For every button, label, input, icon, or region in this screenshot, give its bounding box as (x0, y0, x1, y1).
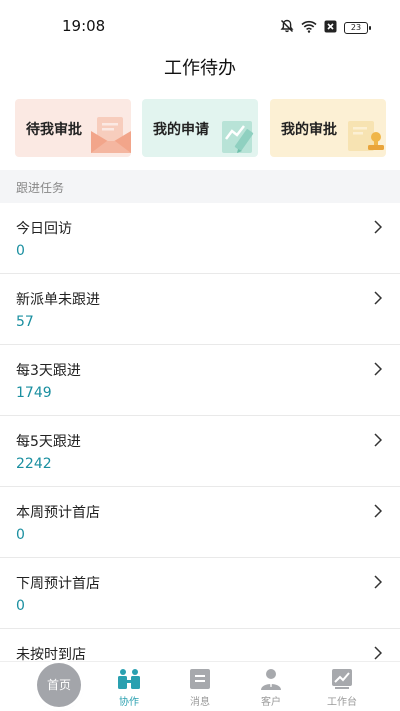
task-count: 0 (16, 243, 25, 259)
task-name: 下周预计首店 (16, 576, 100, 592)
task-row-every-3-days[interactable]: 每3天跟进 1749 (0, 345, 400, 416)
chart-board-icon (332, 669, 352, 689)
chevron-right-icon (374, 220, 382, 234)
my-application-card[interactable]: 我的申请 (142, 99, 258, 157)
pending-approval-card[interactable]: 待我审批 (15, 99, 131, 157)
status-icons: 23 (280, 18, 371, 37)
quick-cards: 待我审批 我的申请 我的审批 (15, 99, 386, 157)
chevron-right-icon (374, 362, 382, 376)
task-count: 1749 (16, 385, 52, 401)
tab-home[interactable]: 首页 (24, 662, 94, 711)
task-count: 57 (16, 314, 34, 330)
message-icon (190, 669, 210, 689)
task-name: 今日回访 (16, 221, 72, 237)
task-name: 新派单未跟进 (16, 292, 100, 308)
no-sim-icon (324, 18, 337, 37)
status-bar: 19:08 23 (0, 0, 400, 48)
chevron-right-icon (374, 575, 382, 589)
task-count: 0 (16, 598, 25, 614)
task-count: 2242 (16, 456, 52, 472)
tab-label: 客户 (261, 697, 281, 708)
page-title: 工作待办 (164, 58, 236, 79)
pending-approval-label: 待我审批 (26, 122, 82, 138)
task-count: 0 (16, 527, 25, 543)
task-row-next-week-first-store[interactable]: 下周预计首店 0 (0, 558, 400, 629)
status-time: 19:08 (62, 17, 106, 35)
task-list: 今日回访 0 新派单未跟进 57 每3天跟进 1749 每5天跟进 2242 本… (0, 203, 400, 700)
my-application-label: 我的申请 (153, 122, 209, 138)
mute-bell-icon (280, 18, 294, 37)
tab-label: 消息 (190, 697, 210, 708)
tab-label: 工作台 (327, 697, 357, 708)
home-button[interactable]: 首页 (37, 663, 81, 707)
chevron-right-icon (374, 646, 382, 660)
chevron-right-icon (374, 291, 382, 305)
task-name: 本周预计首店 (16, 505, 100, 521)
chevron-right-icon (374, 433, 382, 447)
envelope-icon (91, 113, 131, 157)
task-row-today-visit[interactable]: 今日回访 0 (0, 203, 400, 274)
tab-label: 协作 (119, 697, 139, 708)
tab-workbench[interactable]: 工作台 (307, 662, 377, 711)
tab-customer[interactable]: 客户 (236, 662, 306, 711)
stamp-icon (346, 113, 386, 157)
handshake-people-icon (118, 669, 140, 689)
chevron-right-icon (374, 504, 382, 518)
task-name: 每3天跟进 (16, 363, 81, 379)
my-approved-card[interactable]: 我的审批 (270, 99, 386, 157)
wifi-icon (301, 18, 317, 37)
section-header: 跟进任务 (0, 170, 400, 203)
tab-collaboration[interactable]: 协作 (94, 662, 164, 711)
battery-icon: 23 (344, 21, 371, 34)
task-row-new-unfollowed[interactable]: 新派单未跟进 57 (0, 274, 400, 345)
task-row-every-5-days[interactable]: 每5天跟进 2242 (0, 416, 400, 487)
section-title: 跟进任务 (16, 181, 65, 195)
edit-document-icon (218, 113, 258, 157)
tab-messages[interactable]: 消息 (165, 662, 235, 711)
my-approved-label: 我的审批 (281, 122, 337, 138)
bottom-tab-bar: 首页 协作 消息 客户 工作台 (0, 661, 400, 711)
customer-icon (261, 669, 281, 690)
task-row-this-week-first-store[interactable]: 本周预计首店 0 (0, 487, 400, 558)
task-name: 每5天跟进 (16, 434, 81, 450)
